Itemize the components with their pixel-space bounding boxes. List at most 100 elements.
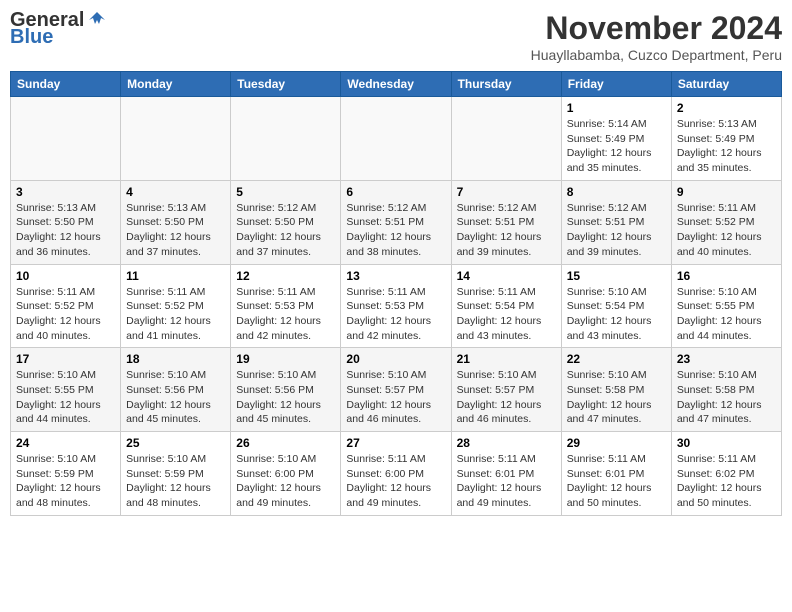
calendar-cell: 17 Sunrise: 5:10 AMSunset: 5:55 PMDayligh… <box>11 348 121 432</box>
day-number: 23 <box>677 352 776 366</box>
calendar-cell: 9 Sunrise: 5:11 AMSunset: 5:52 PMDaylight… <box>671 180 781 264</box>
day-of-week-header: Sunday <box>11 72 121 97</box>
day-number: 25 <box>126 436 225 450</box>
calendar-cell: 3 Sunrise: 5:13 AMSunset: 5:50 PMDaylight… <box>11 180 121 264</box>
day-number: 5 <box>236 185 335 199</box>
calendar-cell: 21 Sunrise: 5:10 AMSunset: 5:57 PMDayligh… <box>451 348 561 432</box>
day-number: 16 <box>677 269 776 283</box>
day-of-week-header: Friday <box>561 72 671 97</box>
month-title: November 2024 <box>531 10 782 47</box>
calendar-cell <box>231 97 341 181</box>
calendar-cell: 1 Sunrise: 5:14 AMSunset: 5:49 PMDaylight… <box>561 97 671 181</box>
calendar-week-row: 1 Sunrise: 5:14 AMSunset: 5:49 PMDaylight… <box>11 97 782 181</box>
calendar-cell: 25Sunrise: 5:10 AMSunset: 5:59 PMDayligh… <box>121 432 231 516</box>
day-info: Sunrise: 5:11 AMSunset: 5:54 PMDaylight:… <box>457 285 556 344</box>
calendar-cell: 7 Sunrise: 5:12 AMSunset: 5:51 PMDaylight… <box>451 180 561 264</box>
calendar-cell <box>121 97 231 181</box>
calendar-cell <box>341 97 451 181</box>
day-of-week-header: Wednesday <box>341 72 451 97</box>
calendar-cell: 2 Sunrise: 5:13 AMSunset: 5:49 PMDaylight… <box>671 97 781 181</box>
day-number: 4 <box>126 185 225 199</box>
day-of-week-header: Thursday <box>451 72 561 97</box>
location-subtitle: Huayllabamba, Cuzco Department, Peru <box>531 47 782 63</box>
day-of-week-header: Tuesday <box>231 72 341 97</box>
title-block: November 2024 Huayllabamba, Cuzco Depart… <box>531 10 782 63</box>
calendar-cell: 20 Sunrise: 5:10 AMSunset: 5:57 PMDayligh… <box>341 348 451 432</box>
day-number: 9 <box>677 185 776 199</box>
day-number: 28 <box>457 436 556 450</box>
day-info: Sunrise: 5:11 AMSunset: 5:52 PMDaylight:… <box>677 201 776 260</box>
day-number: 6 <box>346 185 445 199</box>
day-number: 26 <box>236 436 335 450</box>
day-info: Sunrise: 5:10 AMSunset: 5:57 PMDaylight:… <box>346 368 445 427</box>
day-number: 24 <box>16 436 115 450</box>
day-info: Sunrise: 5:10 AMSunset: 5:58 PMDaylight:… <box>677 368 776 427</box>
calendar-cell: 22Sunrise: 5:10 AMSunset: 5:58 PMDayligh… <box>561 348 671 432</box>
calendar-cell <box>11 97 121 181</box>
day-number: 15 <box>567 269 666 283</box>
calendar-week-row: 17 Sunrise: 5:10 AMSunset: 5:55 PMDayligh… <box>11 348 782 432</box>
calendar-cell: 6Sunrise: 5:12 AMSunset: 5:51 PMDaylight… <box>341 180 451 264</box>
calendar-week-row: 3 Sunrise: 5:13 AMSunset: 5:50 PMDaylight… <box>11 180 782 264</box>
calendar-cell: 4 Sunrise: 5:13 AMSunset: 5:50 PMDaylight… <box>121 180 231 264</box>
day-of-week-header: Saturday <box>671 72 781 97</box>
day-number: 7 <box>457 185 556 199</box>
day-info: Sunrise: 5:10 AMSunset: 5:59 PMDaylight:… <box>16 452 115 511</box>
calendar-cell: 30Sunrise: 5:11 AMSunset: 6:02 PMDayligh… <box>671 432 781 516</box>
day-info: Sunrise: 5:11 AMSunset: 5:52 PMDaylight:… <box>126 285 225 344</box>
calendar-cell: 13 Sunrise: 5:11 AMSunset: 5:53 PMDayligh… <box>341 264 451 348</box>
day-info: Sunrise: 5:10 AMSunset: 5:55 PMDaylight:… <box>677 285 776 344</box>
logo-bird-icon <box>87 10 107 30</box>
day-info: Sunrise: 5:13 AMSunset: 5:49 PMDaylight:… <box>677 117 776 176</box>
calendar-cell: 28Sunrise: 5:11 AMSunset: 6:01 PMDayligh… <box>451 432 561 516</box>
calendar-cell: 18 Sunrise: 5:10 AMSunset: 5:56 PMDayligh… <box>121 348 231 432</box>
day-info: Sunrise: 5:13 AMSunset: 5:50 PMDaylight:… <box>126 201 225 260</box>
day-number: 13 <box>346 269 445 283</box>
logo-blue-text: Blue <box>10 26 53 49</box>
calendar-cell: 19 Sunrise: 5:10 AMSunset: 5:56 PMDayligh… <box>231 348 341 432</box>
calendar-cell: 5 Sunrise: 5:12 AMSunset: 5:50 PMDaylight… <box>231 180 341 264</box>
day-info: Sunrise: 5:12 AMSunset: 5:51 PMDaylight:… <box>457 201 556 260</box>
day-info: Sunrise: 5:13 AMSunset: 5:50 PMDaylight:… <box>16 201 115 260</box>
page-header: General Blue November 2024 Huayllabamba,… <box>10 10 782 63</box>
day-info: Sunrise: 5:11 AMSunset: 6:02 PMDaylight:… <box>677 452 776 511</box>
day-number: 21 <box>457 352 556 366</box>
calendar-cell: 27Sunrise: 5:11 AMSunset: 6:00 PMDayligh… <box>341 432 451 516</box>
day-number: 18 <box>126 352 225 366</box>
day-of-week-header: Monday <box>121 72 231 97</box>
day-number: 17 <box>16 352 115 366</box>
calendar-cell: 26 Sunrise: 5:10 AMSunset: 6:00 PMDayligh… <box>231 432 341 516</box>
calendar-cell: 14 Sunrise: 5:11 AMSunset: 5:54 PMDayligh… <box>451 264 561 348</box>
day-info: Sunrise: 5:10 AMSunset: 5:55 PMDaylight:… <box>16 368 115 427</box>
day-info: Sunrise: 5:11 AMSunset: 5:52 PMDaylight:… <box>16 285 115 344</box>
day-info: Sunrise: 5:11 AMSunset: 5:53 PMDaylight:… <box>346 285 445 344</box>
calendar-cell: 15 Sunrise: 5:10 AMSunset: 5:54 PMDayligh… <box>561 264 671 348</box>
day-number: 22 <box>567 352 666 366</box>
day-number: 20 <box>346 352 445 366</box>
calendar-cell: 16 Sunrise: 5:10 AMSunset: 5:55 PMDayligh… <box>671 264 781 348</box>
day-number: 2 <box>677 101 776 115</box>
day-info: Sunrise: 5:14 AMSunset: 5:49 PMDaylight:… <box>567 117 666 176</box>
day-info: Sunrise: 5:12 AMSunset: 5:50 PMDaylight:… <box>236 201 335 260</box>
calendar-cell: 24 Sunrise: 5:10 AMSunset: 5:59 PMDayligh… <box>11 432 121 516</box>
day-info: Sunrise: 5:10 AMSunset: 5:56 PMDaylight:… <box>236 368 335 427</box>
day-info: Sunrise: 5:10 AMSunset: 6:00 PMDaylight:… <box>236 452 335 511</box>
calendar-table: SundayMondayTuesdayWednesdayThursdayFrid… <box>10 71 782 516</box>
day-number: 19 <box>236 352 335 366</box>
calendar-cell <box>451 97 561 181</box>
day-info: Sunrise: 5:10 AMSunset: 5:54 PMDaylight:… <box>567 285 666 344</box>
calendar-cell: 10Sunrise: 5:11 AMSunset: 5:52 PMDayligh… <box>11 264 121 348</box>
day-info: Sunrise: 5:10 AMSunset: 5:56 PMDaylight:… <box>126 368 225 427</box>
day-number: 11 <box>126 269 225 283</box>
calendar-cell: 8Sunrise: 5:12 AMSunset: 5:51 PMDaylight… <box>561 180 671 264</box>
day-number: 14 <box>457 269 556 283</box>
calendar-cell: 29Sunrise: 5:11 AMSunset: 6:01 PMDayligh… <box>561 432 671 516</box>
calendar-header-row: SundayMondayTuesdayWednesdayThursdayFrid… <box>11 72 782 97</box>
calendar-cell: 12Sunrise: 5:11 AMSunset: 5:53 PMDayligh… <box>231 264 341 348</box>
day-number: 3 <box>16 185 115 199</box>
day-info: Sunrise: 5:11 AMSunset: 6:01 PMDaylight:… <box>567 452 666 511</box>
day-number: 1 <box>567 101 666 115</box>
day-info: Sunrise: 5:11 AMSunset: 6:00 PMDaylight:… <box>346 452 445 511</box>
day-number: 12 <box>236 269 335 283</box>
day-info: Sunrise: 5:10 AMSunset: 5:57 PMDaylight:… <box>457 368 556 427</box>
